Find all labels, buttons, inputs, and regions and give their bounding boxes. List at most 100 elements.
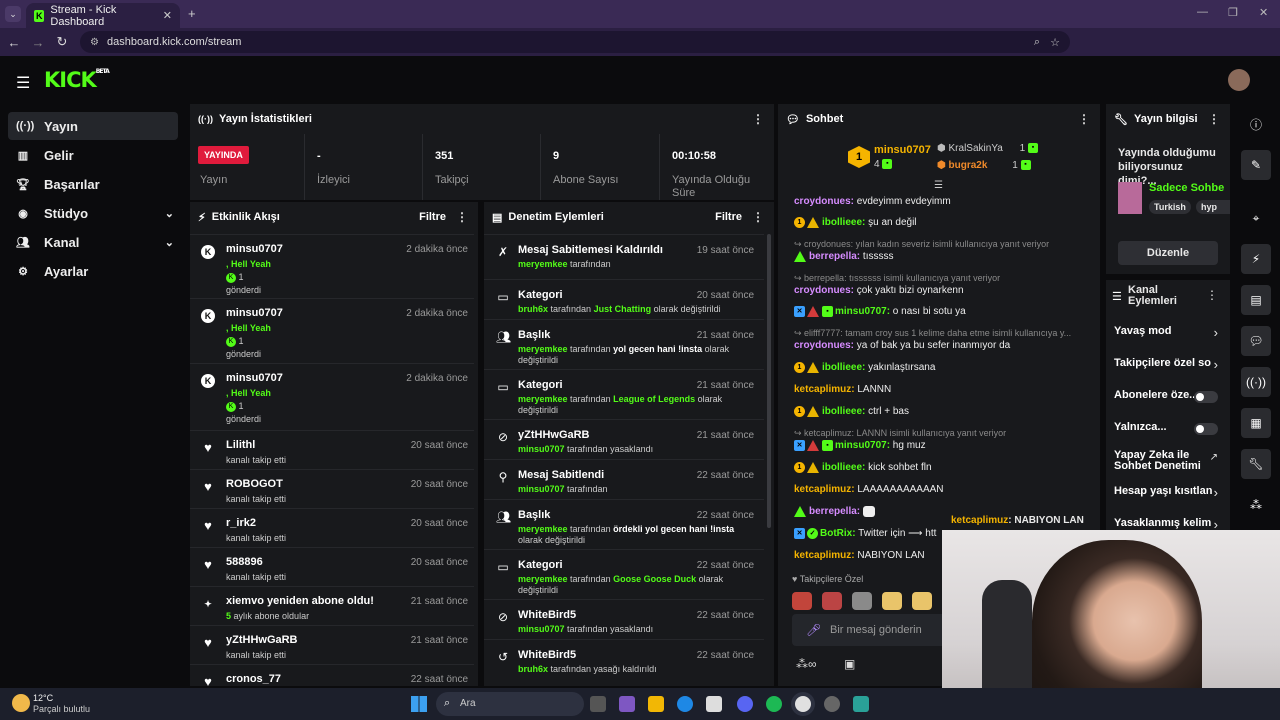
leader-second[interactable]: ⬢ KralSakinYa 1 ▪ (937, 143, 1038, 154)
copilot-icon[interactable] (619, 696, 635, 712)
emote[interactable] (792, 592, 812, 610)
wrench-icon[interactable]: 🔧︎ (1241, 449, 1271, 479)
activity-user[interactable]: minsu0707 (226, 243, 283, 255)
info-icon[interactable]: ⓘ (1241, 109, 1271, 139)
channel-action-row[interactable]: Hesap yaşı kısıtlan › (1106, 485, 1230, 510)
sidebar-item-studyo[interactable]: ◉ Stüdyo ⌄ (8, 199, 178, 227)
microphone-icon[interactable]: 🎤︎ (806, 623, 821, 637)
pencil-icon[interactable]: ✎ (1241, 150, 1271, 180)
chrome-icon[interactable] (795, 696, 811, 712)
tab-close-icon[interactable]: ✕ (163, 9, 172, 22)
tag-hyp[interactable]: hyp (1196, 200, 1230, 214)
toggle-switch[interactable] (1194, 423, 1218, 435)
kick-logo[interactable]: KICKBETA (44, 68, 110, 92)
chat-username[interactable]: ibollieee: (822, 406, 865, 417)
emote[interactable] (822, 592, 842, 610)
activity-user[interactable]: cronos_77 (226, 673, 281, 685)
site-info-icon[interactable]: ⚙ (90, 37, 99, 48)
target-icon[interactable]: ⌖ (1241, 203, 1271, 233)
edge-icon[interactable] (677, 696, 693, 712)
sidebar-item-basarilar[interactable]: 🏆︎ Başarılar (8, 170, 178, 198)
back-arrow-icon[interactable]: ← (2, 35, 26, 50)
maximize-icon[interactable]: ❐ (1228, 6, 1238, 19)
task-view-icon[interactable] (590, 696, 606, 712)
chat-username[interactable]: ibollieee: (822, 462, 865, 473)
address-bar[interactable]: ⚙ dashboard.kick.com/stream ⌕ ☆ (80, 31, 1070, 53)
sidebar-item-kanal[interactable]: 👥︎ Kanal ⌄ (8, 228, 178, 256)
chat-username[interactable]: BotRix: (820, 528, 856, 539)
windows-start-icon[interactable] (411, 696, 427, 712)
toggle-switch[interactable] (1194, 391, 1218, 403)
document-icon[interactable]: ▤ (1241, 285, 1271, 315)
activity-menu-icon[interactable]: ⋮ (456, 210, 468, 224)
hamburger-menu-icon[interactable]: ☰ (16, 73, 30, 93)
zoom-icon[interactable]: ⌕ (1034, 36, 1040, 49)
collapse-lines-icon[interactable]: ☰ (934, 180, 943, 191)
chat-username[interactable]: minsu0707: (835, 306, 890, 317)
leader-top-name[interactable]: minsu0707 (874, 144, 931, 156)
tab-list-chevron-icon[interactable]: ⌄ (5, 6, 21, 22)
store-icon[interactable]: ▣ (844, 657, 855, 671)
chat-username[interactable]: berrepella: (809, 251, 860, 262)
chat-bubble-icon[interactable]: 💬︎ (1241, 326, 1271, 356)
chat-username[interactable]: ketcaplimuz: (794, 550, 855, 561)
spotify-icon[interactable] (766, 696, 782, 712)
user-avatar[interactable] (1228, 69, 1250, 91)
edit-button[interactable]: Düzenle (1118, 241, 1218, 265)
obs-icon[interactable] (824, 696, 840, 712)
category-link[interactable]: Sadece Sohbe (1149, 182, 1229, 194)
tag-turkish[interactable]: Turkish (1149, 200, 1191, 214)
chat-username[interactable]: croydonues: (794, 340, 854, 351)
channel-action-row[interactable]: Yalnızca... (1106, 422, 1230, 446)
emote[interactable] (882, 592, 902, 610)
activity-user[interactable]: minsu0707 (226, 307, 283, 319)
leader-third[interactable]: ⬢ bugra2k 1 ▪ (937, 160, 1031, 171)
sidebar-item-gelir[interactable]: ▥ Gelir (8, 141, 178, 169)
add-widget-icon[interactable]: ⁂ (1241, 490, 1271, 520)
mod-scrollbar[interactable] (767, 234, 771, 528)
broadcast-icon[interactable]: ((·)) (1241, 367, 1271, 397)
channel-action-row[interactable]: Takipçilere özel so › (1106, 357, 1230, 382)
activity-filter-button[interactable]: Filtre (419, 211, 446, 223)
chat-username[interactable]: croydonues: (794, 196, 854, 207)
taskbar-search[interactable]: ⌕ Ara (436, 692, 584, 716)
mod-menu-icon[interactable]: ⋮ (752, 210, 764, 224)
store-icon[interactable] (706, 696, 722, 712)
mod-filter-button[interactable]: Filtre (715, 211, 742, 223)
activity-user[interactable]: yZtHHwGaRB (226, 634, 298, 646)
bookmark-star-icon[interactable]: ☆ (1050, 36, 1060, 49)
chat-username[interactable]: minsu0707: (835, 440, 890, 451)
browser-tab-active[interactable]: K Stream - Kick Dashboard ✕ (26, 3, 180, 28)
chat-username[interactable]: ibollieee: (822, 217, 865, 228)
activity-user[interactable]: ROBOGOT (226, 478, 283, 490)
stream-info-menu-icon[interactable]: ⋮ (1208, 112, 1220, 126)
chat-menu-icon[interactable]: ⋮ (1078, 112, 1090, 126)
forward-arrow-icon[interactable]: → (26, 35, 50, 50)
new-tab-plus-icon[interactable]: + (188, 6, 196, 21)
window-close-icon[interactable]: ✕ (1259, 6, 1268, 19)
activity-user[interactable]: 588896 (226, 556, 263, 568)
emote[interactable] (852, 592, 872, 610)
stats-menu-icon[interactable]: ⋮ (752, 112, 764, 126)
activity-user[interactable]: xiemvo yeniden abone oldu! (226, 595, 374, 607)
sidebar-item-yayin[interactable]: ((·)) Yayın (8, 112, 178, 140)
chat-username[interactable]: ketcaplimuz: (794, 484, 855, 495)
channel-action-row[interactable]: Abonelere öze... (1106, 390, 1230, 414)
weather-icon[interactable] (12, 694, 30, 712)
chat-username[interactable]: croydonues: (794, 285, 854, 296)
sidebar-item-ayarlar[interactable]: ⚙ Ayarlar (8, 257, 178, 285)
activity-user[interactable]: r_irk2 (226, 517, 256, 529)
emote[interactable] (912, 592, 932, 610)
minimize-icon[interactable]: — (1197, 6, 1208, 18)
activity-user[interactable]: Lilithl (226, 439, 255, 451)
lightning-icon[interactable]: ⚡︎ (1241, 244, 1271, 274)
channel-actions-menu-icon[interactable]: ⋮ (1206, 288, 1218, 302)
activity-user[interactable]: minsu0707 (226, 372, 283, 384)
chat-username[interactable]: ibollieee: (822, 362, 865, 373)
reload-icon[interactable]: ↻ (50, 34, 74, 50)
chat-username[interactable]: ketcaplimuz: (794, 384, 855, 395)
channel-action-row[interactable]: Yavaş mod › (1106, 325, 1230, 350)
channel-action-row[interactable]: Yapay Zeka ile Sohbet Denetimi ↗ (1106, 450, 1230, 474)
file-explorer-icon[interactable] (648, 696, 664, 712)
chat-username[interactable]: berrepella: (809, 506, 860, 517)
